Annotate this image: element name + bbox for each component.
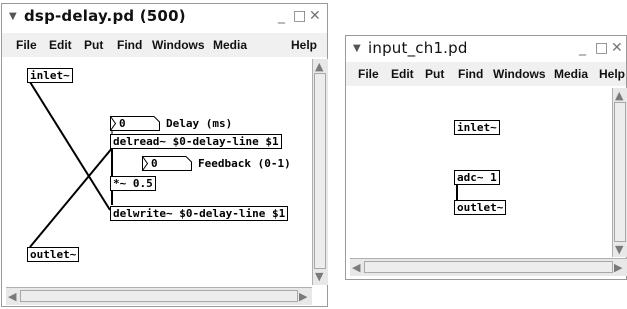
vertical-scrollbar[interactable]: ▲ ▼ bbox=[312, 59, 328, 285]
horizontal-scroll-thumb[interactable] bbox=[364, 261, 613, 273]
vertical-scrollbar[interactable]: ▲ ▼ bbox=[612, 88, 627, 257]
delwrite-object[interactable]: delwrite~ $0-delay-line $1 bbox=[110, 206, 289, 221]
menu-put[interactable]: Put bbox=[84, 38, 103, 52]
number-box-outline bbox=[142, 156, 192, 171]
maximize-icon[interactable]: □ bbox=[595, 40, 608, 56]
feedback-number-value: 0 bbox=[151, 157, 158, 170]
title-bar[interactable]: ▼ dsp-delay.pd (500) _ □ ✕ bbox=[2, 4, 327, 30]
delread-object[interactable]: delread~ $0-delay-line $1 bbox=[110, 134, 282, 149]
cord-delread-to-outlet bbox=[29, 146, 114, 248]
title-bar[interactable]: ▼ input_ch1.pd _ □ ✕ bbox=[346, 36, 626, 62]
delay-number-box[interactable]: 0 bbox=[110, 116, 160, 131]
inlet-object[interactable]: inlet~ bbox=[454, 120, 500, 135]
scroll-down-arrow-icon[interactable]: ▼ bbox=[315, 271, 323, 282]
menu-edit[interactable]: Edit bbox=[49, 38, 72, 52]
window-input-ch1: ▼ input_ch1.pd _ □ ✕ File Edit Put Find … bbox=[345, 35, 627, 280]
menu-windows[interactable]: Windows bbox=[493, 67, 546, 81]
horizontal-scroll-thumb[interactable] bbox=[20, 290, 298, 302]
menu-file[interactable]: File bbox=[358, 67, 379, 81]
menu-bar: File Edit Put Find Windows Media Help bbox=[2, 33, 327, 57]
scroll-right-arrow-icon[interactable]: ▶ bbox=[614, 262, 622, 273]
minimize-icon[interactable]: _ bbox=[278, 8, 285, 24]
window-title: input_ch1.pd bbox=[368, 39, 468, 57]
outlet-object[interactable]: outlet~ bbox=[454, 200, 507, 215]
close-icon[interactable]: ✕ bbox=[309, 8, 321, 24]
vertical-scroll-thumb[interactable] bbox=[614, 102, 626, 242]
menu-put[interactable]: Put bbox=[425, 67, 444, 81]
menu-find[interactable]: Find bbox=[117, 38, 142, 52]
horizontal-scrollbar[interactable]: ◀ ▶ bbox=[350, 258, 627, 276]
multiply-object[interactable]: *~ 0.5 bbox=[110, 176, 156, 191]
menu-help[interactable]: Help bbox=[599, 67, 625, 81]
menu-edit[interactable]: Edit bbox=[391, 67, 414, 81]
outlet-object[interactable]: outlet~ bbox=[27, 247, 80, 262]
menu-find[interactable]: Find bbox=[458, 67, 483, 81]
cord-inlet-to-delwrite bbox=[29, 81, 111, 211]
patch-canvas[interactable]: inlet~ adc~ 1 outlet~ bbox=[350, 88, 612, 257]
menu-media[interactable]: Media bbox=[554, 67, 588, 81]
scroll-left-arrow-icon[interactable]: ◀ bbox=[8, 291, 16, 302]
horizontal-scrollbar[interactable]: ◀ ▶ bbox=[6, 287, 312, 305]
vertical-scroll-thumb[interactable] bbox=[314, 73, 326, 269]
menu-help[interactable]: Help bbox=[291, 38, 317, 52]
feedback-number-box[interactable]: 0 bbox=[142, 156, 192, 171]
window-menu-arrow-icon[interactable]: ▼ bbox=[9, 11, 17, 22]
scroll-right-arrow-icon[interactable]: ▶ bbox=[299, 291, 307, 302]
maximize-icon[interactable]: □ bbox=[293, 8, 306, 24]
scroll-down-arrow-icon[interactable]: ▼ bbox=[615, 244, 623, 255]
patch-canvas[interactable]: inlet~ 0 Delay (ms) delread~ $0-delay-li… bbox=[6, 59, 312, 285]
minimize-icon[interactable]: _ bbox=[579, 40, 586, 56]
window-menu-arrow-icon[interactable]: ▼ bbox=[353, 43, 361, 54]
inlet-object[interactable]: inlet~ bbox=[27, 68, 73, 83]
feedback-comment: Feedback (0-1) bbox=[198, 157, 291, 170]
scroll-left-arrow-icon[interactable]: ◀ bbox=[352, 262, 360, 273]
adc-object[interactable]: adc~ 1 bbox=[454, 170, 500, 185]
close-icon[interactable]: ✕ bbox=[611, 40, 623, 56]
delay-comment: Delay (ms) bbox=[166, 117, 233, 130]
menu-file[interactable]: File bbox=[16, 38, 37, 52]
delay-number-value: 0 bbox=[119, 117, 126, 130]
scroll-up-arrow-icon[interactable]: ▲ bbox=[315, 61, 323, 72]
window-title: dsp-delay.pd (500) bbox=[24, 7, 186, 25]
window-dsp-delay: ▼ dsp-delay.pd (500) _ □ ✕ File Edit Put… bbox=[1, 3, 328, 307]
menu-bar: File Edit Put Find Windows Media Help bbox=[346, 62, 626, 86]
menu-media[interactable]: Media bbox=[213, 38, 247, 52]
menu-windows[interactable]: Windows bbox=[152, 38, 205, 52]
number-box-outline bbox=[110, 116, 160, 131]
scroll-up-arrow-icon[interactable]: ▲ bbox=[615, 90, 623, 101]
